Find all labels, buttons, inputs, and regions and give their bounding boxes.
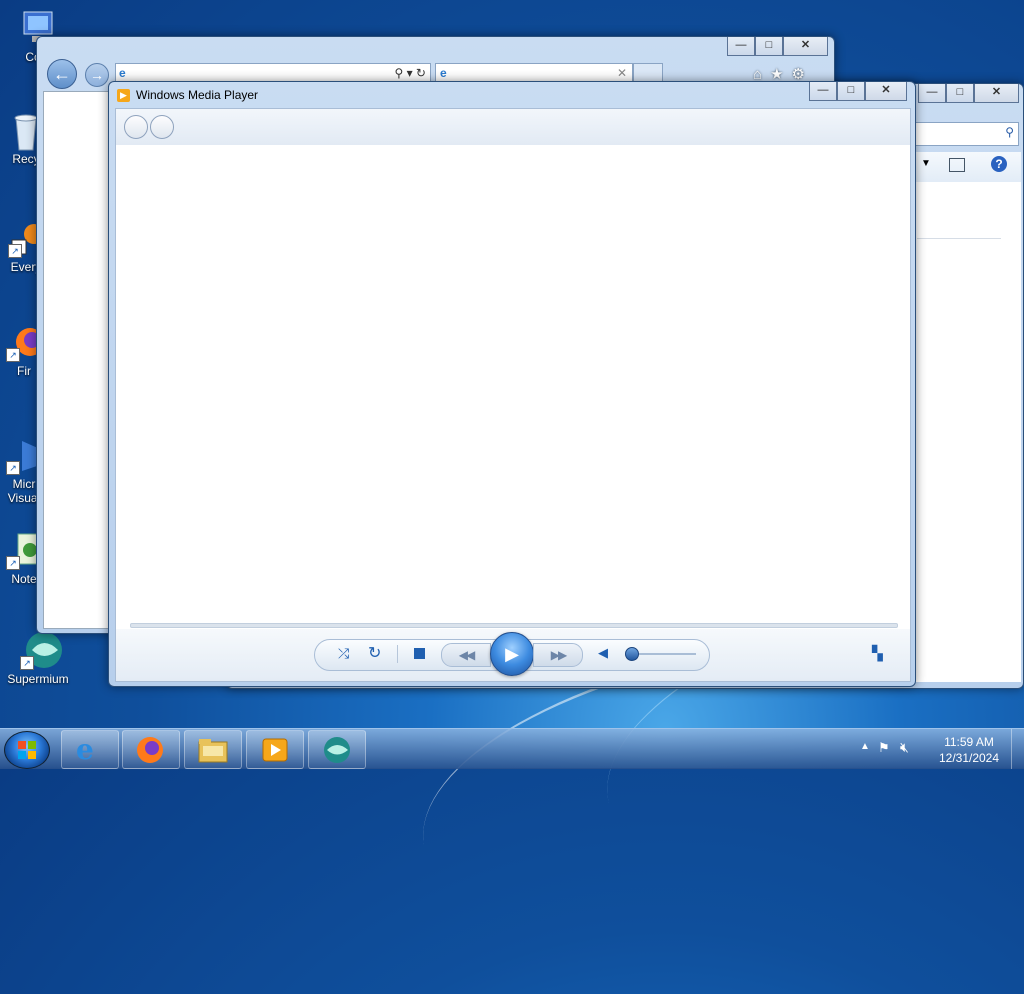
shortcut-arrow-icon: ↗ [8,244,22,258]
play-icon: ▶ [505,644,519,664]
window-title: Windows Media Player [136,88,259,102]
next-button[interactable]: ▶▶ [533,643,583,667]
wmp-client: ⤮ ↻ ◀◀ ▶ ▶▶ ◀ ▚ [115,108,911,682]
previous-icon: ◀◀ [458,648,476,662]
firefox-icon [137,737,163,763]
back-button[interactable]: ← [47,59,77,89]
repeat-icon[interactable]: ↻ [368,643,381,663]
preview-pane-icon[interactable] [949,158,965,172]
taskbar-internet-explorer[interactable]: e [61,730,119,769]
taskbar-firefox[interactable] [122,730,180,769]
seek-bar[interactable] [130,623,898,628]
explorer-search-box[interactable]: ⚲ [913,122,1019,146]
now-playing-area [116,145,910,615]
divider [397,645,398,663]
supermium-icon: ↗ [18,630,62,670]
view-options-icon[interactable]: ▼ [921,158,931,169]
shortcut-arrow-icon: ↗ [6,556,20,570]
supermium-icon [324,737,350,763]
minimize-button[interactable]: — [727,37,755,56]
shortcut-arrow-icon: ↗ [20,656,34,670]
wmp-navigation-bar [116,109,910,146]
search-refresh-icons[interactable]: ⚲ ▾ ↻ [394,66,426,80]
shortcut-arrow-icon: ↗ [6,461,20,475]
taskbar: e ▲ ⚑ 🔇︎ 11:59 AM 12/31/2024 [0,728,1024,769]
explorer-toolbar: ▼ ? [913,152,1021,182]
search-icon: ⚲ [1005,125,1014,139]
volume-muted-icon[interactable]: 🔇︎ [900,739,909,756]
close-button[interactable]: ✕ [974,84,1019,103]
maximize-button[interactable]: □ [837,82,865,101]
explorer-caption-buttons: — □ ✕ [918,84,1019,103]
system-tray: ▲ ⚑ 🔇︎ 11:59 AM 12/31/2024 [854,729,1024,769]
ie-caption-buttons: — □ ✕ [727,37,828,56]
wmp-caption-buttons: — □ ✕ [809,82,907,101]
internet-explorer-icon: e [76,733,94,766]
windows-logo-icon [18,741,36,759]
folder-icon [198,739,228,763]
help-icon[interactable]: ? [991,156,1007,172]
minimize-button[interactable]: — [918,84,946,103]
taskbar-supermium[interactable] [308,730,366,769]
close-tab-icon[interactable]: ✕ [617,66,627,80]
maximize-button[interactable]: □ [946,84,974,103]
action-center-icon[interactable]: ⚑ [878,740,890,756]
close-button[interactable]: ✕ [783,37,828,56]
clock-date: 12/31/2024 [938,751,1000,765]
show-desktop-button[interactable] [1011,729,1024,769]
media-player-icon [262,738,288,762]
ie-page-icon: e [119,66,126,80]
start-button[interactable] [4,731,50,769]
wmp-window[interactable]: ▶ Windows Media Player — □ ✕ ⤮ ↻ ◀◀ ▶ ▶▶… [108,81,916,687]
minimize-button[interactable]: — [809,82,837,101]
forward-button[interactable] [150,115,174,139]
close-button[interactable]: ✕ [865,82,907,101]
show-hidden-icons-icon[interactable]: ▲ [860,741,870,752]
previous-button[interactable]: ◀◀ [441,643,491,667]
clock-time: 11:59 AM [944,735,994,749]
wmp-app-icon: ▶ [117,89,130,102]
explorer-content [913,182,1021,682]
ie-tab-icon: e [440,66,447,80]
switch-to-library-icon[interactable]: ▚ [872,645,883,662]
divider [917,238,1001,239]
play-button[interactable]: ▶ [490,632,534,676]
desktop-icon-supermium[interactable]: ↗ Supermium [0,630,76,686]
next-icon: ▶▶ [550,648,568,662]
volume-icon[interactable]: ◀ [598,645,608,661]
forward-button[interactable]: → [85,63,109,87]
taskbar-windows-explorer[interactable] [184,730,242,769]
stop-icon[interactable] [414,648,425,659]
taskbar-windows-media-player[interactable] [246,730,304,769]
shortcut-arrow-icon: ↗ [6,348,20,362]
wmp-controls-bar: ⤮ ↻ ◀◀ ▶ ▶▶ ◀ ▚ [116,629,910,681]
shuffle-icon[interactable]: ⤮ [338,645,349,662]
back-button[interactable] [124,115,148,139]
clock[interactable]: 11:59 AM 12/31/2024 [934,734,1004,766]
maximize-button[interactable]: □ [755,37,783,56]
